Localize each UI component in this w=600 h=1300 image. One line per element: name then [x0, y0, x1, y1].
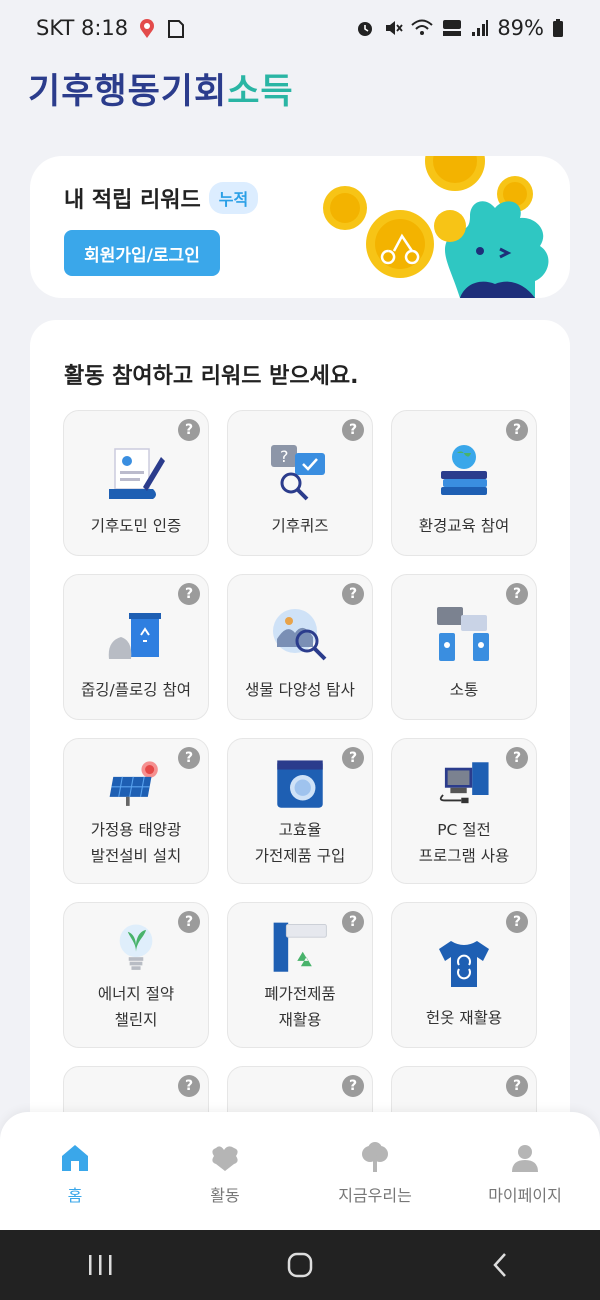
tree-icon	[362, 1142, 388, 1172]
help-icon[interactable]: ?	[342, 747, 364, 769]
battery-icon	[552, 18, 564, 38]
nav-home[interactable]: 홈	[0, 1112, 150, 1230]
tile-home-solar[interactable]: ? 가정용 태양광 발전설비 설치	[63, 738, 209, 884]
tile-label: 생물 다양성 탐사	[245, 681, 355, 699]
nav-label: 지금우리는	[338, 1186, 412, 1205]
trash-bin-icon	[108, 613, 161, 659]
help-icon[interactable]: ?	[506, 583, 528, 605]
hd-voice-icon	[441, 18, 463, 38]
pc-icon	[439, 762, 489, 804]
logo-text-main: 기후행동기회	[28, 71, 228, 112]
tile-communication[interactable]: ? 소통	[391, 574, 537, 720]
tile-label: 헌옷 재활용	[425, 1009, 503, 1027]
tile-label: 기후도민 인증	[90, 517, 182, 535]
tile-energy-challenge[interactable]: ? 에너지 절약 챌린지	[63, 902, 209, 1048]
tile-label: 고효율 가전제품 구입	[254, 821, 346, 865]
status-bar: SKT 8:18 89%	[0, 0, 600, 56]
nav-label: 홈	[67, 1186, 83, 1205]
back-chevron-icon	[493, 1253, 506, 1277]
tile-efficient-appliance[interactable]: ? 고효율 가전제품 구입	[227, 738, 373, 884]
solar-panel-icon	[109, 761, 158, 806]
chat-icon	[437, 607, 489, 661]
nav-now-we[interactable]: 지금우리는	[300, 1112, 450, 1230]
nav-mypage[interactable]: 마이페이지	[450, 1112, 600, 1230]
signal-icon	[471, 19, 489, 37]
home-icon	[62, 1145, 88, 1171]
nav-activity[interactable]: 활동	[150, 1112, 300, 1230]
activity-section: 활동 참여하고 리워드 받으세요. ? 기후도민 인증 ? ? 기후퀴즈 ? 환…	[30, 320, 570, 1220]
tile-label: 기후퀴즈	[271, 517, 329, 535]
tile-climate-citizen-cert[interactable]: ? 기후도민 인증	[63, 410, 209, 556]
quiz-icon: ?	[271, 445, 325, 501]
help-icon[interactable]: ?	[342, 911, 364, 933]
tshirt-icon	[439, 941, 489, 987]
help-icon[interactable]: ?	[342, 583, 364, 605]
activity-section-title: 활동 참여하고 리워드 받으세요.	[64, 364, 359, 389]
help-icon[interactable]: ?	[506, 419, 528, 441]
tile-pc-power-saving[interactable]: ? PC 절전 프로그램 사용	[391, 738, 537, 884]
tile-plogging[interactable]: ? 줍깅/플로깅 참여	[63, 574, 209, 720]
tile-climate-quiz[interactable]: ? ? 기후퀴즈	[227, 410, 373, 556]
help-icon[interactable]: ?	[178, 911, 200, 933]
alarm-icon	[355, 18, 375, 38]
nav-label: 마이페이지	[488, 1186, 562, 1205]
recent-apps-icon	[89, 1255, 112, 1275]
reward-title: 내 적립 리워드	[64, 188, 201, 213]
tile-label: 환경교육 참여	[418, 517, 510, 535]
education-icon	[441, 445, 487, 495]
lightbulb-icon	[119, 924, 153, 970]
help-icon[interactable]: ?	[342, 419, 364, 441]
reward-title-row: 내 적립 리워드 누적	[64, 182, 259, 214]
activity-grid: ? 기후도민 인증 ? ? 기후퀴즈 ? 환경교육 참여 ? 줍깅/플로깅 참여…	[63, 410, 537, 1212]
reward-card: 내 적립 리워드 누적 회원가입/로그인	[30, 156, 570, 298]
help-icon[interactable]: ?	[178, 747, 200, 769]
tile-label: 소통	[449, 681, 479, 699]
bottom-nav: 홈 활동 지금우리는 마이페이지	[0, 1112, 600, 1230]
tile-label: 폐가전제품 재활용	[264, 985, 336, 1029]
app-logo: 기후행동기회소득	[28, 64, 294, 112]
nav-label: 활동	[210, 1186, 240, 1205]
tile-environment-education[interactable]: ? 환경교육 참여	[391, 410, 537, 556]
tile-label: 에너지 절약 챌린지	[97, 985, 175, 1029]
help-icon[interactable]: ?	[506, 911, 528, 933]
carrier-time: SKT 8:18	[36, 16, 129, 40]
help-icon[interactable]: ?	[178, 419, 200, 441]
washing-machine-icon	[277, 760, 323, 808]
signup-login-button[interactable]: 회원가입/로그인	[64, 230, 220, 276]
tile-label: PC 절전 프로그램 사용	[418, 821, 510, 865]
home-system-button[interactable]	[270, 1240, 330, 1290]
mascot-coins-illustration	[323, 156, 549, 298]
notification-icon	[166, 17, 186, 39]
mute-icon	[383, 18, 404, 38]
activity-icon	[212, 1146, 238, 1171]
tile-biodiversity[interactable]: ? 생물 다양성 탐사	[227, 574, 373, 720]
person-icon	[512, 1145, 538, 1172]
biodiversity-icon	[273, 609, 327, 661]
tile-label: 가정용 태양광 발전설비 설치	[90, 821, 182, 865]
help-icon[interactable]: ?	[342, 1075, 364, 1097]
system-nav-bar	[0, 1230, 600, 1300]
svg-text:?: ?	[280, 447, 289, 466]
wifi-icon	[411, 18, 433, 38]
cumulative-badge: 누적	[208, 182, 259, 214]
map-pin-icon	[136, 17, 158, 39]
home-circle-icon	[287, 1252, 313, 1278]
back-button[interactable]	[470, 1240, 530, 1290]
help-icon[interactable]: ?	[506, 1075, 528, 1097]
appliance-recycle-icon	[273, 922, 327, 972]
tile-appliance-recycle[interactable]: ? 폐가전제품 재활용	[227, 902, 373, 1048]
battery-percent: 89%	[497, 16, 544, 40]
recent-apps-button[interactable]	[70, 1240, 130, 1290]
help-icon[interactable]: ?	[178, 1075, 200, 1097]
logo-text-accent: 소득	[227, 71, 294, 112]
help-icon[interactable]: ?	[506, 747, 528, 769]
tile-clothes-recycle[interactable]: ? 헌옷 재활용	[391, 902, 537, 1048]
certificate-icon	[109, 448, 165, 499]
help-icon[interactable]: ?	[178, 583, 200, 605]
tile-label: 줍깅/플로깅 참여	[81, 681, 191, 699]
